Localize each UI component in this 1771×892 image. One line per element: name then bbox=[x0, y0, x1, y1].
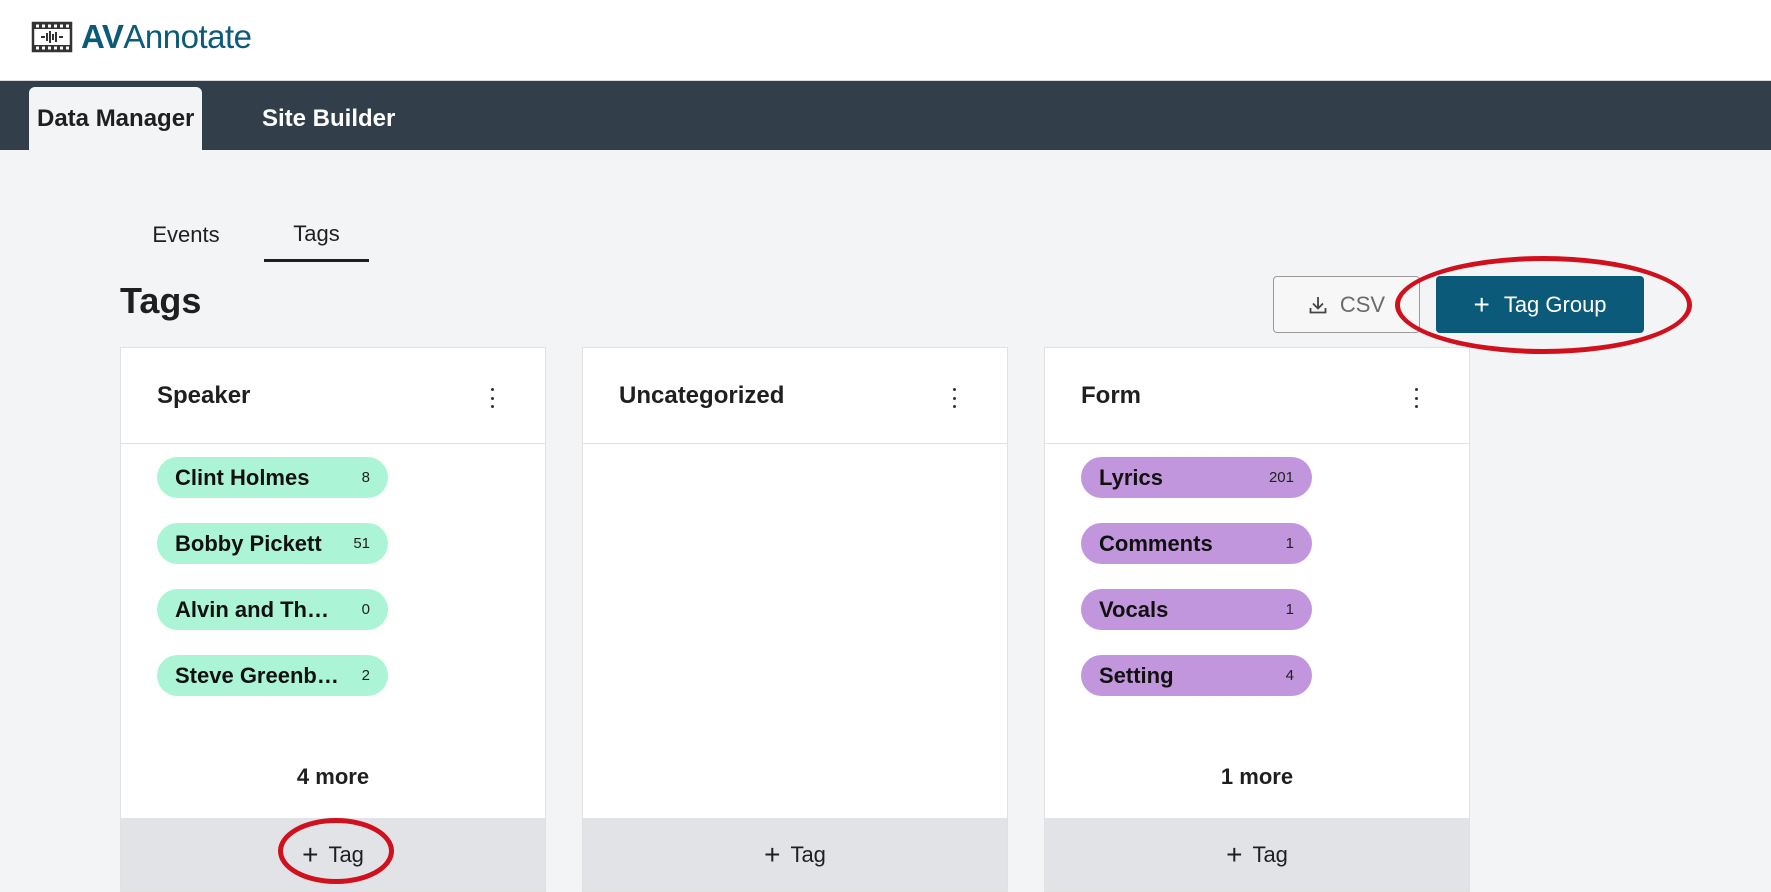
add-tag-group-button[interactable]: + Tag Group bbox=[1436, 276, 1644, 333]
tag-count: 1 bbox=[1285, 601, 1294, 618]
app-name-strong: AV bbox=[81, 18, 124, 55]
add-tag-label: Tag bbox=[1252, 841, 1288, 867]
card-header: Uncategorized bbox=[583, 348, 1007, 444]
add-tag-label: Tag bbox=[790, 841, 826, 867]
show-more-link[interactable]: 1 more bbox=[1045, 764, 1469, 790]
tag-count: 4 bbox=[1285, 667, 1294, 684]
tag-group-card-speaker: Speaker Clint Holmes 8 Bobby Pickett 51 … bbox=[120, 347, 546, 892]
tag-chip[interactable]: Setting 4 bbox=[1081, 655, 1312, 696]
download-icon bbox=[1309, 296, 1327, 313]
tag-name: Setting bbox=[1099, 662, 1174, 688]
tag-count: 8 bbox=[361, 469, 370, 486]
film-waveform-icon bbox=[31, 21, 73, 53]
tag-name: Alvin and Theodore bbox=[175, 596, 333, 622]
tag-count: 201 bbox=[1268, 469, 1294, 486]
card-title: Speaker bbox=[157, 382, 251, 409]
plus-icon: + bbox=[1473, 288, 1490, 320]
tag-list: Lyrics 201 Comments 1 Vocals 1 Setting 4 bbox=[1081, 457, 1312, 721]
card-header: Form bbox=[1045, 348, 1469, 444]
more-options-icon[interactable] bbox=[489, 388, 495, 408]
more-options-icon[interactable] bbox=[951, 388, 957, 408]
card-header: Speaker bbox=[121, 348, 545, 444]
tag-count: 0 bbox=[361, 601, 370, 618]
tag-chip[interactable]: Lyrics 201 bbox=[1081, 457, 1312, 498]
add-tag-button[interactable]: + Tag bbox=[583, 818, 1007, 891]
tag-name: Steve Greenberg bbox=[175, 662, 345, 688]
plus-icon: + bbox=[1226, 838, 1243, 870]
app-header: AVAnnotate bbox=[0, 0, 1771, 81]
tag-chip[interactable]: Vocals 1 bbox=[1081, 589, 1312, 630]
add-tag-button[interactable]: + Tag bbox=[1045, 818, 1469, 891]
plus-icon: + bbox=[302, 838, 319, 870]
tag-group-card-uncategorized: Uncategorized + Tag bbox=[582, 347, 1008, 892]
tag-list: Clint Holmes 8 Bobby Pickett 51 Alvin an… bbox=[157, 457, 388, 721]
card-title: Uncategorized bbox=[619, 382, 785, 409]
card-title: Form bbox=[1081, 382, 1141, 409]
download-csv-button[interactable]: CSV bbox=[1273, 276, 1420, 333]
show-more-link[interactable]: 4 more bbox=[121, 764, 545, 790]
page-title: Tags bbox=[120, 280, 202, 321]
plus-icon: + bbox=[764, 838, 781, 870]
tag-chip[interactable]: Steve Greenberg 2 bbox=[157, 655, 388, 696]
tag-group-card-form: Form Lyrics 201 Comments 1 Vocals 1 Sett… bbox=[1044, 347, 1470, 892]
subtab-tags[interactable]: Tags bbox=[264, 208, 369, 262]
tag-count: 51 bbox=[353, 535, 370, 552]
tag-name: Comments bbox=[1099, 530, 1213, 556]
tag-chip[interactable]: Alvin and Theodore 0 bbox=[157, 589, 388, 630]
add-tag-button[interactable]: + Tag bbox=[121, 818, 545, 891]
app-name: AVAnnotate bbox=[81, 18, 252, 56]
tag-chip[interactable]: Comments 1 bbox=[1081, 523, 1312, 564]
tag-name: Vocals bbox=[1099, 596, 1169, 622]
tag-count: 2 bbox=[361, 667, 370, 684]
more-options-icon[interactable] bbox=[1413, 388, 1419, 408]
download-csv-label: CSV bbox=[1339, 291, 1386, 317]
add-tag-label: Tag bbox=[328, 841, 364, 867]
add-tag-group-label: Tag Group bbox=[1503, 291, 1607, 317]
main-nav: Data Manager Site Builder bbox=[0, 81, 1771, 150]
nav-tab-data-manager[interactable]: Data Manager bbox=[29, 87, 203, 150]
tag-name: Bobby Pickett bbox=[175, 530, 322, 556]
nav-tab-site-builder[interactable]: Site Builder bbox=[254, 87, 403, 150]
tag-name: Lyrics bbox=[1099, 464, 1164, 490]
tag-name: Clint Holmes bbox=[175, 464, 310, 490]
app-name-rest: Annotate bbox=[123, 18, 252, 55]
subtab-events[interactable]: Events bbox=[136, 208, 236, 262]
app-logo[interactable]: AVAnnotate bbox=[31, 18, 252, 56]
tag-chip[interactable]: Clint Holmes 8 bbox=[157, 457, 388, 498]
tag-count: 1 bbox=[1285, 535, 1294, 552]
tag-chip[interactable]: Bobby Pickett 51 bbox=[157, 523, 388, 564]
